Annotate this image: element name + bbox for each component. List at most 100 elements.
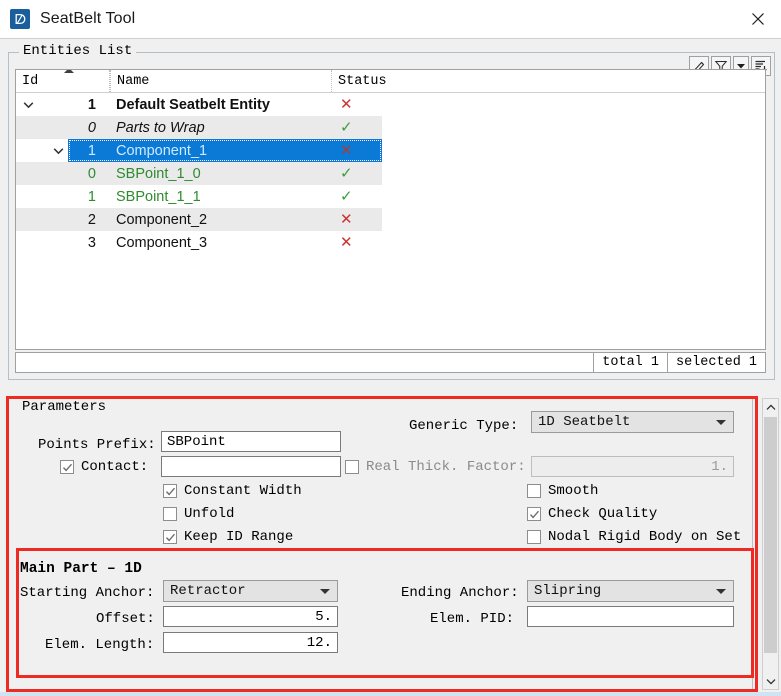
ending-anchor-select[interactable]: Slipring <box>527 580 734 602</box>
ending-anchor-value: Slipring <box>534 583 602 599</box>
entities-list-group: Entities List Id Name Status 1 Default S… <box>8 43 775 380</box>
cell-id: 3 <box>87 234 96 251</box>
cell-name: Component_1 <box>116 142 208 159</box>
cell-status: ✓ <box>332 189 392 204</box>
nodal-rigid-body-checkbox[interactable]: Nodal Rigid Body on Set <box>527 529 741 545</box>
cell-status: ✕ <box>332 235 392 250</box>
nodal-rigid-body-label: Nodal Rigid Body on Set <box>548 529 742 545</box>
check-quality-checkbox-box <box>527 507 541 521</box>
smooth-checkbox[interactable]: Smooth <box>527 483 598 499</box>
table-row[interactable]: 2 Component_2 ✕ <box>16 208 765 231</box>
generic-type-label: Generic Type: <box>409 418 519 434</box>
keep-id-range-checkbox[interactable]: Keep ID Range <box>163 529 293 545</box>
points-prefix-label: Points Prefix: <box>38 437 156 453</box>
keep-id-range-label: Keep ID Range <box>184 529 294 545</box>
smooth-checkbox-box <box>527 484 541 498</box>
vertical-scrollbar[interactable] <box>762 398 779 690</box>
cell-name: SBPoint_1_0 <box>116 165 201 182</box>
ending-anchor-label: Ending Anchor: <box>401 585 519 601</box>
cell-name: SBPoint_1_1 <box>116 188 201 205</box>
cell-id: 0 <box>87 165 96 182</box>
status-error-icon: ✕ <box>340 233 353 251</box>
column-header-name-label: Name <box>117 73 150 89</box>
nodal-rigid-body-checkbox-box <box>527 530 541 544</box>
expander-chevron-down-icon[interactable] <box>20 93 36 116</box>
real-thick-factor-input: 1. <box>531 456 734 477</box>
status-error-icon: ✕ <box>340 210 353 228</box>
elem-pid-input[interactable] <box>527 606 734 627</box>
column-header-status-label: Status <box>338 73 387 89</box>
scroll-up-icon[interactable] <box>763 399 778 415</box>
offset-input[interactable]: 5. <box>163 606 338 627</box>
contact-input[interactable] <box>161 456 341 477</box>
unfold-label: Unfold <box>184 506 235 522</box>
points-prefix-input[interactable]: SBPoint <box>161 431 341 452</box>
elem-length-label: Elem. Length: <box>45 637 155 653</box>
unfold-checkbox-box <box>163 507 177 521</box>
cell-name: Component_2 <box>116 211 208 228</box>
status-error-icon: ✕ <box>340 141 353 159</box>
table-row[interactable]: 1 SBPoint_1_1 ✓ <box>16 185 765 208</box>
generic-type-value: 1D Seatbelt <box>538 414 631 430</box>
elem-length-input[interactable]: 12. <box>163 632 338 653</box>
cell-status: ✕ <box>332 212 392 227</box>
entities-tree[interactable]: Id Name Status 1 Default Seatbelt Entity ✕… <box>15 69 766 350</box>
cell-name: Parts to Wrap <box>116 119 205 136</box>
starting-anchor-label: Starting Anchor: <box>20 585 155 601</box>
starting-anchor-select[interactable]: Retractor <box>163 580 338 602</box>
check-quality-label: Check Quality <box>548 506 658 522</box>
constant-width-checkbox-box <box>163 484 177 498</box>
title-bar: SeatBelt Tool <box>0 0 781 39</box>
table-row[interactable]: 1 Default Seatbelt Entity ✕ <box>16 93 765 116</box>
constant-width-checkbox[interactable]: Constant Width <box>163 483 302 499</box>
status-error-icon: ✕ <box>340 95 353 113</box>
window-bottom-edge <box>0 692 781 696</box>
chevron-down-icon <box>716 589 726 594</box>
cell-id: 1 <box>87 188 96 205</box>
smooth-label: Smooth <box>548 483 599 499</box>
cell-name: Component_3 <box>116 234 208 251</box>
scrollbar-thumb[interactable] <box>764 417 777 653</box>
parameters-label: Parameters <box>18 399 111 415</box>
offset-label: Offset: <box>96 611 155 627</box>
contact-label: Contact: <box>81 459 149 475</box>
table-row[interactable]: 1 Component_1 ✕ <box>16 139 765 162</box>
table-row[interactable]: 0 Parts to Wrap ✓ <box>16 116 765 139</box>
expander-chevron-down-icon[interactable] <box>50 139 66 162</box>
starting-anchor-value: Retractor <box>170 583 246 599</box>
cell-id: 0 <box>87 119 96 136</box>
check-quality-checkbox[interactable]: Check Quality <box>527 506 657 522</box>
cell-status: ✓ <box>332 166 392 181</box>
chevron-down-icon <box>320 589 330 594</box>
real-thick-factor-label: Real Thick. Factor: <box>366 459 526 475</box>
keep-id-range-checkbox-box <box>163 530 177 544</box>
column-header-status[interactable]: Status <box>332 70 392 92</box>
entities-list-label: Entities List <box>19 43 137 59</box>
contact-checkbox[interactable]: Contact: <box>60 459 148 475</box>
total-count: total 1 <box>593 353 667 372</box>
elem-pid-label: Elem. PID: <box>430 611 515 627</box>
unfold-checkbox[interactable]: Unfold <box>163 506 234 522</box>
table-row[interactable]: 0 SBPoint_1_0 ✓ <box>16 162 765 185</box>
table-row[interactable]: 3 Component_3 ✕ <box>16 231 765 254</box>
tree-body: 1 Default Seatbelt Entity ✕ 0 Parts to Wrap ✓… <box>16 93 765 254</box>
seatbelt-tool-window: SeatBelt Tool Entities List Id Name Stat… <box>0 0 781 696</box>
close-button[interactable] <box>735 0 781 37</box>
status-ok-icon: ✓ <box>340 118 353 136</box>
tree-header-row: Id Name Status <box>16 70 765 93</box>
scroll-down-icon[interactable] <box>763 673 778 689</box>
column-header-name[interactable]: Name <box>110 70 332 92</box>
cell-status: ✕ <box>332 97 392 112</box>
main-part-section-title: Main Part – 1D <box>20 561 142 577</box>
contact-checkbox-box <box>60 460 74 474</box>
window-title: SeatBelt Tool <box>40 10 136 27</box>
selected-count: selected 1 <box>666 353 765 372</box>
cell-status: ✕ <box>332 143 392 158</box>
real-thick-factor-checkbox-box <box>345 460 359 474</box>
generic-type-select[interactable]: 1D Seatbelt <box>531 411 734 433</box>
real-thick-factor-checkbox[interactable]: Real Thick. Factor: <box>345 459 526 475</box>
column-header-id[interactable]: Id <box>16 70 110 92</box>
sort-ascending-icon <box>64 70 74 73</box>
cell-id: 2 <box>87 211 96 228</box>
column-header-id-label: Id <box>22 73 39 89</box>
